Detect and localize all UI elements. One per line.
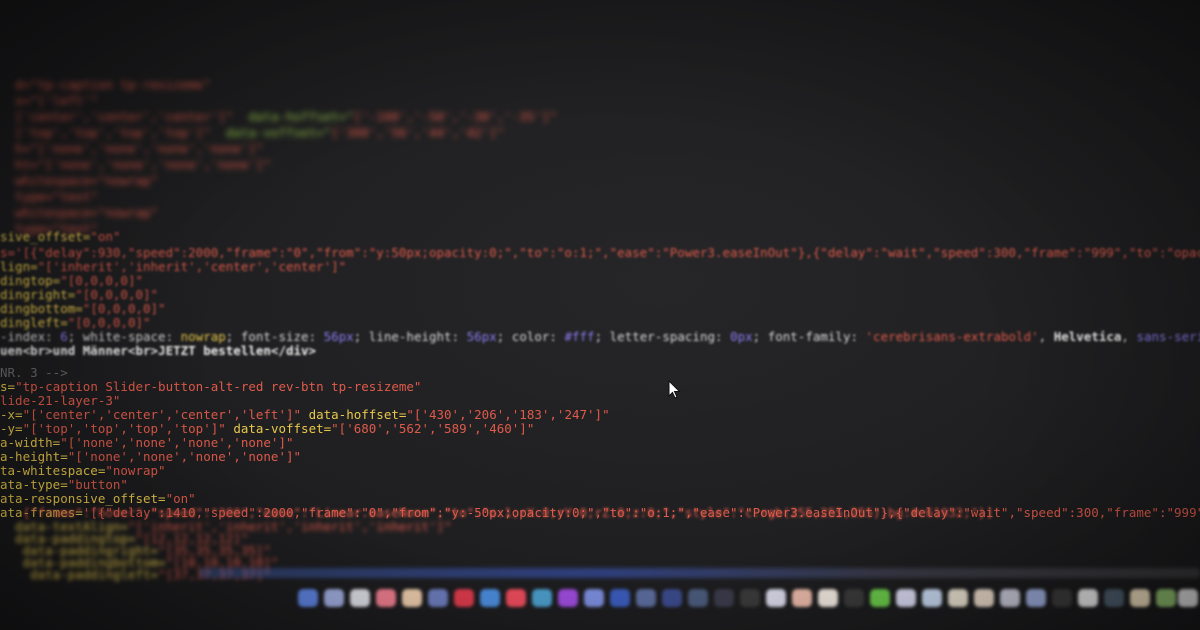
- contacts-icon[interactable]: [402, 589, 422, 607]
- notes-icon[interactable]: [454, 589, 474, 607]
- maps-icon[interactable]: [506, 589, 526, 607]
- terminal-icon[interactable]: [766, 589, 786, 607]
- bottom-status-strip: [200, 568, 1200, 578]
- tv-icon[interactable]: [662, 589, 682, 607]
- browser-icon[interactable]: [818, 589, 838, 607]
- dock-separator: [844, 589, 864, 607]
- music-icon[interactable]: [610, 589, 630, 607]
- code-line: a-width="['none','none','none','none']": [0, 435, 294, 450]
- code-line: -x="['center','center','center','left']"…: [0, 407, 610, 422]
- dock-app-icon[interactable]: [1156, 589, 1176, 607]
- code-line: lide-21-layer-3": [0, 393, 121, 408]
- messages-icon[interactable]: [558, 589, 578, 607]
- editor-icon[interactable]: [792, 589, 812, 607]
- launchpad-icon[interactable]: [324, 589, 344, 607]
- code-editor[interactable]: d="tp-caption tp-resizeme" x="['left'" […: [0, 0, 1200, 630]
- photos-icon[interactable]: [532, 589, 552, 607]
- dock-app-icon[interactable]: [974, 589, 994, 607]
- mail-icon[interactable]: [376, 589, 396, 607]
- mouse-cursor-icon: [668, 380, 681, 399]
- safari-icon[interactable]: [350, 589, 370, 607]
- reminders-icon[interactable]: [480, 589, 500, 607]
- dock: [290, 585, 1200, 615]
- dock-app-icon[interactable]: [1026, 589, 1046, 607]
- code-line: s="tp-caption Slider-button-alt-red rev-…: [0, 379, 422, 394]
- code-line: ata-responsive_offset="on": [0, 491, 196, 506]
- finder-icon[interactable]: [298, 589, 318, 607]
- code-line: a-height="['none','none','none','none']": [0, 449, 302, 464]
- dock-app-icon[interactable]: [1052, 589, 1072, 607]
- code-line: ata-type="button": [0, 477, 128, 492]
- calendar-icon[interactable]: [428, 589, 448, 607]
- dock-app-icon[interactable]: [1078, 589, 1098, 607]
- blurred-code-screen: d="tp-caption tp-resizeme" x="['left'" […: [0, 0, 1200, 630]
- dock-app-icon[interactable]: [948, 589, 968, 607]
- dock-app-icon[interactable]: [1130, 589, 1150, 607]
- podcasts-icon[interactable]: [636, 589, 656, 607]
- news-icon[interactable]: [688, 589, 708, 607]
- dock-app-icon[interactable]: [870, 589, 890, 607]
- code-line: -y="['top','top','top','top']" data-voff…: [0, 421, 535, 436]
- trash-icon[interactable]: [1178, 589, 1198, 607]
- dock-app-icon[interactable]: [896, 589, 916, 607]
- app-store-icon[interactable]: [714, 589, 734, 607]
- code-line: ta-whitespace="nowrap": [0, 463, 166, 478]
- code-line: NR. 3 -->: [0, 365, 68, 380]
- facetime-icon[interactable]: [584, 589, 604, 607]
- dock-app-icon[interactable]: [1104, 589, 1124, 607]
- system-preferences-icon[interactable]: [740, 589, 760, 607]
- dock-app-icon[interactable]: [1000, 589, 1020, 607]
- dock-app-icon[interactable]: [922, 589, 942, 607]
